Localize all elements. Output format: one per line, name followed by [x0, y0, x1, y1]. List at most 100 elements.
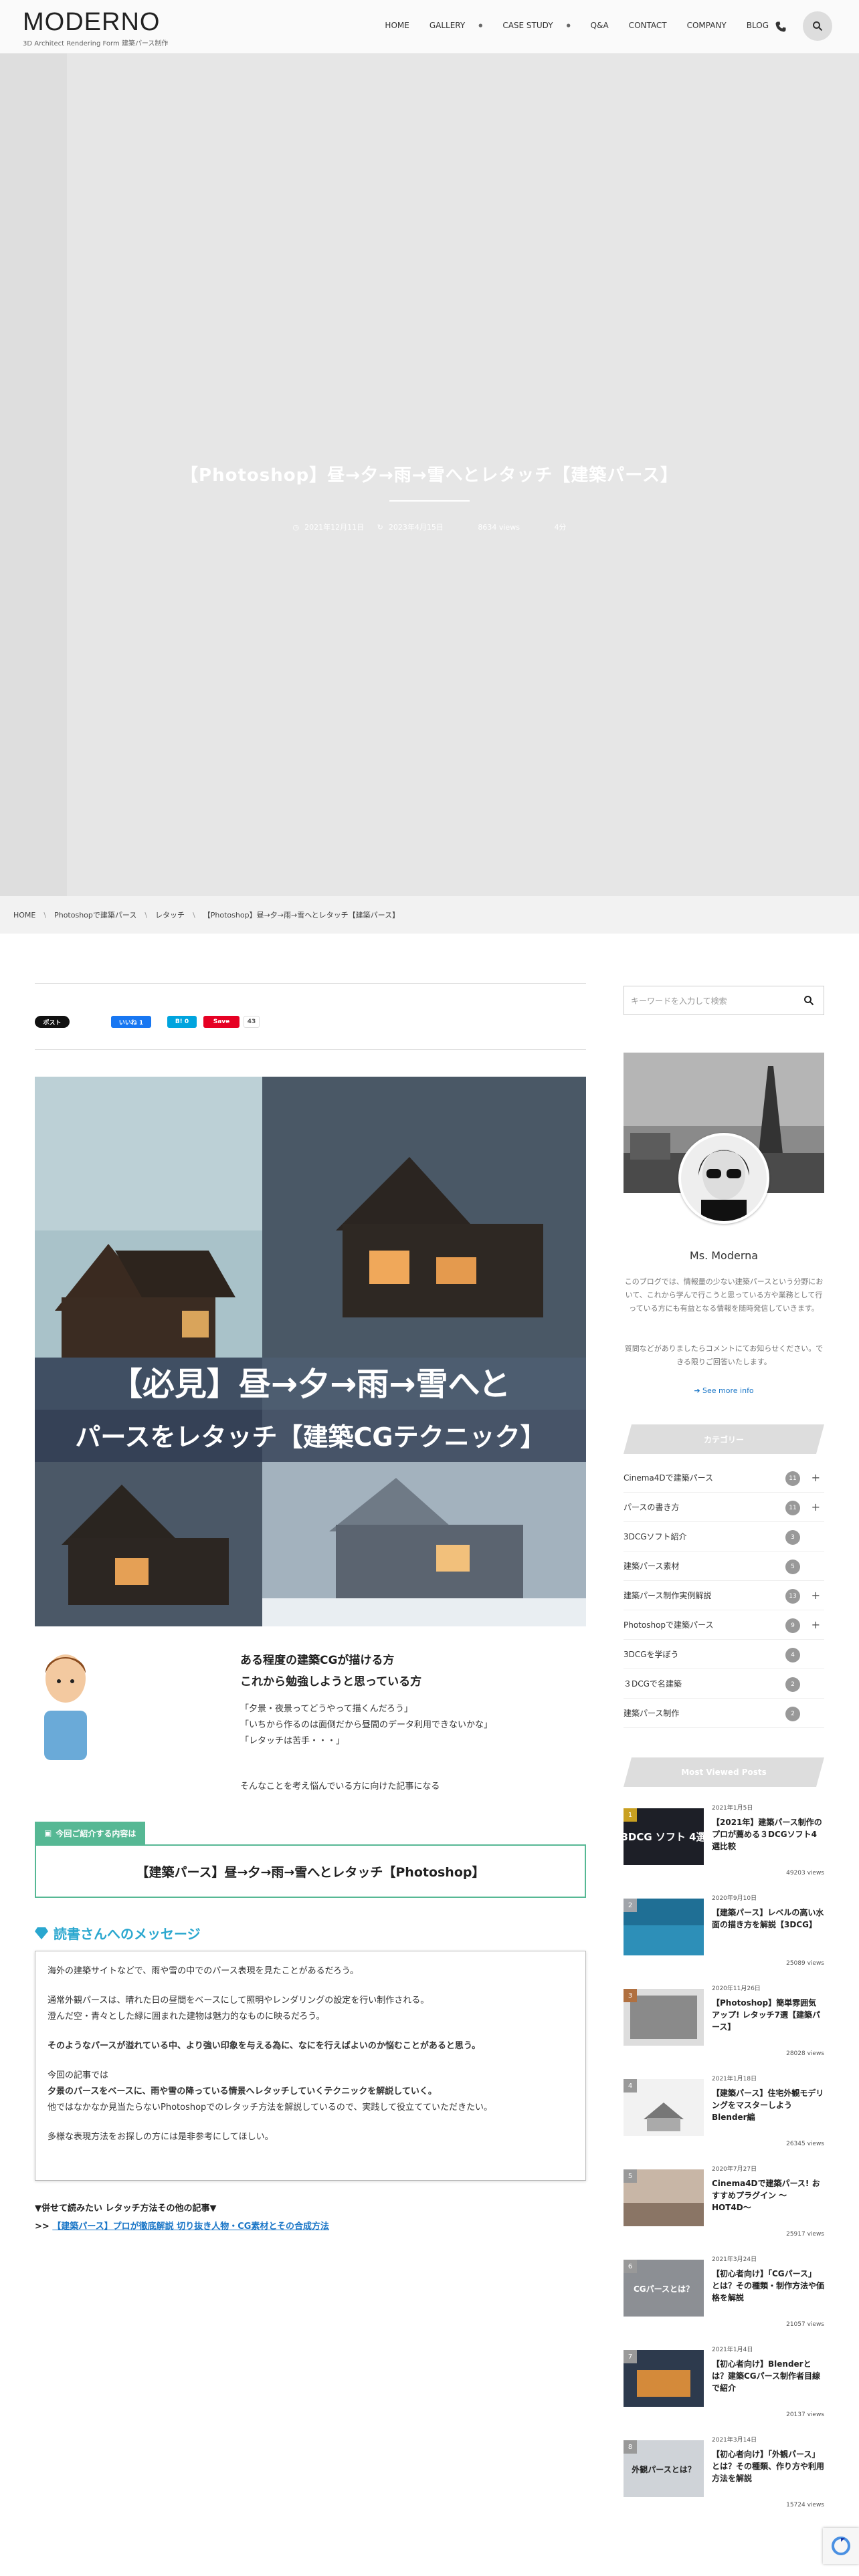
nav-qa[interactable]: Q&A [581, 21, 619, 30]
nav-gallery[interactable]: GALLERY ● [419, 21, 492, 30]
category-label: Cinema4Dで建築パース [624, 1473, 714, 1483]
post-date: 2021年1月18日 [712, 2076, 757, 2082]
category-label: 3DCGソフト紹介 [624, 1532, 687, 1541]
sidebar-search-input[interactable]: キーワードを入力して検索 [624, 986, 824, 1015]
most-viewed-item[interactable]: 1 3DCG ソフト 4選 2021年1月5日 【2021年】建築パース制作のプ… [624, 1802, 824, 1892]
nav-label: Q&A [590, 21, 609, 30]
category-heading: カテゴリー [624, 1424, 824, 1454]
post-title-link[interactable]: 【初心者向け】「外観パース」とは？その種類、作り方や利用方法を解説 [712, 2448, 824, 2484]
nav-blog[interactable]: BLOG [737, 21, 779, 30]
category-item[interactable]: 3DCGソフト紹介 3 [624, 1522, 824, 1551]
post-title-link[interactable]: 【建築パース】レベルの高い水面の描き方を解説【3DCG】 [712, 1907, 824, 1931]
thumbnail-text: CGパースとは？ [634, 2284, 694, 2294]
nav-contact[interactable]: CONTACT [619, 21, 677, 30]
rank-badge: 7 [624, 2350, 637, 2363]
message-emphasis: 夕景のパースをベースに、雨や雪の降っている情景へレタッチしていくテクニックを解説… [47, 2086, 437, 2097]
twitter-share-button[interactable]: ポスト [35, 1016, 70, 1028]
message-heading: 読書さんへのメッセージ [35, 1923, 586, 1943]
related-heading: ▼併せて読みたい レタッチ方法その他の記事▼ [35, 2204, 217, 2214]
search-icon[interactable] [803, 995, 814, 1006]
expand-icon[interactable]: + [812, 1618, 820, 1631]
breadcrumb-separator: \ [145, 910, 148, 920]
most-viewed-item[interactable]: 4 2021年1月18日 【建築パース】住宅外観モデリングをマスターしよう Bl… [624, 2072, 824, 2163]
breadcrumb: HOME \ Photoshopで建築パース \ レタッチ \ 【Photosh… [0, 896, 859, 934]
category-heading-text: カテゴリー [703, 1434, 744, 1444]
sidebar: キーワードを入力して検索 Ms. Moderna このブログでは、情報量の少ない… [624, 986, 824, 2524]
expand-icon[interactable]: + [812, 1501, 820, 1513]
post-date: 2021年1月4日 [712, 2347, 753, 2353]
post-title-link[interactable]: 【初心者向け】Blenderとは？建築CGパース制作者目線で紹介 [712, 2358, 824, 2394]
hatena-bookmark-button[interactable]: B! 0 [167, 1016, 197, 1028]
most-viewed-item[interactable]: 3 2020年11月26日 【Photoshop】簡単雰囲気アップ! レタッチ7… [624, 1982, 824, 2072]
post-title-link[interactable]: 【建築パース】住宅外観モデリングをマスターしよう Blender編 [712, 2087, 824, 2123]
category-item[interactable]: 建築パース制作 2 [624, 1699, 824, 1728]
nav-home[interactable]: HOME [375, 21, 419, 30]
post-title-link[interactable]: 【Photoshop】簡単雰囲気アップ! レタッチ7選【建築パース】 [712, 1997, 824, 2033]
intro-quote-2: 「いちから作るのは面倒だから昼間のデータ利用できないかな」 [240, 1720, 493, 1730]
intro-lead-2: これから勉強しようと思っている方 [240, 1675, 422, 1689]
rank-badge: 8 [624, 2440, 637, 2454]
post-title-link[interactable]: Cinema4Dで建築パース! おすすめプラグイン 〜HOT4D〜 [712, 2177, 824, 2214]
related-article-link[interactable]: 【建築パース】プロが徹底解説 切り抜き人物・CG素材とその合成方法 [52, 2222, 329, 2232]
category-item[interactable]: パースの書き方 11 + [624, 1493, 824, 1522]
intro-quote-1: 「夕景・夜景ってどうやって描くんだろう」 [240, 1704, 413, 1714]
message-paragraph: そのようなパースが溢れている中、より強い印象を与える為に、なにを行えばよいのか悩… [47, 2038, 573, 2054]
category-count: 11 [785, 1501, 800, 1515]
see-more-label: See more info [702, 1386, 754, 1395]
category-item[interactable]: 建築パース制作実例解説 13 + [624, 1581, 824, 1610]
most-viewed-heading-text: Most Viewed Posts [681, 1767, 767, 1777]
rank-badge: 1 [624, 1808, 637, 1822]
post-date: 2021年1月5日 [712, 1805, 753, 1812]
most-viewed-item[interactable]: 6 CGパースとは？ 2021年3月24日 【初心者向け】「CGパース」とは？そ… [624, 2253, 824, 2343]
category-count: 5 [785, 1560, 800, 1574]
nav-label: CASE STUDY [502, 21, 553, 30]
site-logo[interactable]: MODERNO [23, 8, 160, 37]
nav-case-study[interactable]: CASE STUDY ● [492, 21, 580, 30]
category-count: 3 [785, 1530, 800, 1545]
post-title-link[interactable]: 【初心者向け】「CGパース」とは？その種類・制作方法や価格を解説 [712, 2268, 824, 2304]
related-link-row: >> 【建築パース】プロが徹底解説 切り抜き人物・CG素材とその合成方法 [35, 2219, 586, 2232]
category-item[interactable]: Photoshopで建築パース 9 + [624, 1610, 824, 1640]
facebook-like-button[interactable]: いいね 1 [111, 1016, 151, 1028]
reading-time: 4分 [554, 523, 567, 532]
intro-lead-1: ある程度の建築CGが描ける方 [240, 1654, 395, 1667]
see-more-link[interactable]: ➔ See more info [624, 1386, 824, 1395]
most-viewed-item[interactable]: 8 外観パースとは？ 2021年3月14日 【初心者向け】「外観パース」とは？そ… [624, 2434, 824, 2524]
category-label: Photoshopで建築パース [624, 1620, 714, 1630]
post-title-link[interactable]: 【2021年】建築パース制作のプロが薦める３DCGソフト4選比較 [712, 1816, 824, 1852]
breadcrumb-home[interactable]: HOME [13, 911, 35, 920]
category-item[interactable]: ３DCGで名建築 2 [624, 1669, 824, 1699]
message-heading-text: 読書さんへのメッセージ [54, 1926, 201, 1942]
pinterest-save-button[interactable]: Save [203, 1016, 240, 1028]
dropdown-icon: ● [478, 23, 483, 28]
profile-name: Ms. Moderna [689, 1249, 759, 1262]
category-item[interactable]: 3DCGを学ぼう 4 [624, 1640, 824, 1669]
profile-bio: このブログでは、情報量の少ない建築パースという分野において、これから学んで行こう… [624, 1277, 824, 1313]
post-date: 2020年11月26日 [712, 1985, 761, 1992]
category-label: 建築パース素材 [624, 1562, 680, 1571]
message-paragraph: 澄んだ空・青々とした緑に囲まれた建物は魅力的なものに映るだろう。 [47, 2012, 325, 2022]
nav-company[interactable]: COMPANY [677, 21, 737, 30]
rank-badge: 3 [624, 1989, 637, 2002]
post-meta: ◷ 2021年12月11日 ↻ 2023年4月15日 8634 views 4分 [0, 522, 859, 532]
breadcrumb-subcategory[interactable]: レタッチ [155, 909, 185, 920]
most-viewed-item[interactable]: 7 2021年1月4日 【初心者向け】Blenderとは？建築CGパース制作者目… [624, 2343, 824, 2434]
category-item[interactable]: 建築パース素材 5 [624, 1551, 824, 1581]
header-search-button[interactable] [803, 11, 832, 41]
phone-icon[interactable] [775, 21, 787, 33]
hero-section: 【Photoshop】昼→夕→雨→雪へとレタッチ【建築パース】 ◷ 2021年12… [0, 53, 859, 896]
category-item[interactable]: Cinema4Dで建築パース 11 + [624, 1463, 824, 1493]
breadcrumb-separator: \ [193, 910, 195, 920]
message-emphasis: そのようなパースが溢れている中、より強い印象を与える為に、なにを行えばよいのか悩… [47, 2041, 481, 2051]
post-views: 25917 views [786, 2231, 824, 2238]
expand-icon[interactable]: + [812, 1589, 820, 1602]
recommend-body: 【建築パース】昼→夕→雨→雪へとレタッチ【Photoshop】 [35, 1844, 586, 1898]
most-viewed-item[interactable]: 2 2020年9月10日 【建築パース】レベルの高い水面の描き方を解説【3DCG… [624, 1892, 824, 1982]
view-count: 8634 views [478, 523, 520, 532]
breadcrumb-category[interactable]: Photoshopで建築パース [54, 909, 136, 920]
recaptcha-badge[interactable] [823, 2528, 859, 2564]
expand-icon[interactable]: + [812, 1471, 820, 1484]
most-viewed-item[interactable]: 5 2020年7月27日 Cinema4Dで建築パース! おすすめプラグイン 〜… [624, 2163, 824, 2253]
search-placeholder: キーワードを入力して検索 [631, 996, 727, 1006]
nav-label: COMPANY [686, 21, 727, 30]
